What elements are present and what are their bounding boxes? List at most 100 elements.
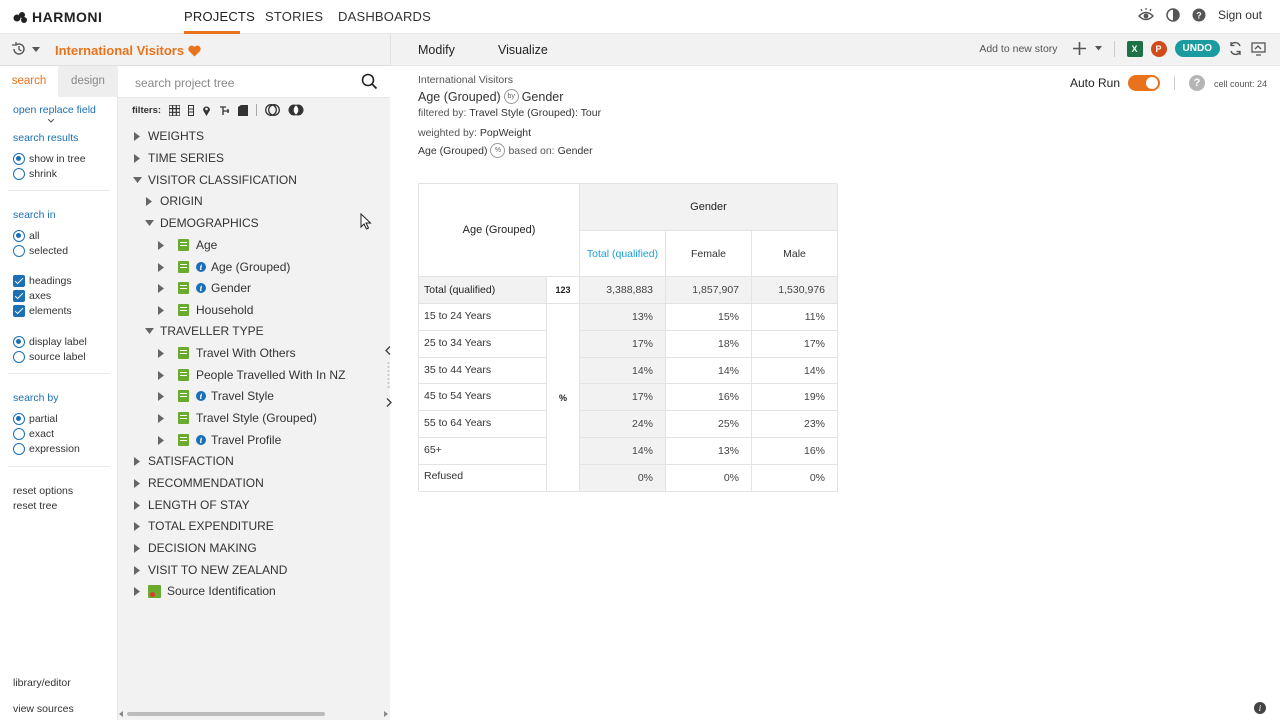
tab-visualize[interactable]: Visualize (498, 43, 548, 57)
toggle-filter-icon[interactable] (265, 104, 280, 116)
tree-item-household[interactable]: Household (156, 303, 253, 317)
contrast-filter-icon[interactable] (288, 104, 304, 116)
reset-tree-link[interactable]: reset tree (13, 500, 57, 512)
tree-item-gender[interactable]: i Gender (156, 281, 251, 295)
view-sources-link[interactable]: view sources (13, 703, 74, 715)
help-icon[interactable]: ? (1189, 75, 1206, 91)
collapse-left-icon[interactable] (385, 346, 391, 355)
contrast-icon[interactable] (1166, 8, 1180, 22)
tree-item-time-series[interactable]: TIME SERIES (132, 151, 224, 165)
option-partial[interactable]: partial (13, 413, 58, 425)
drag-handle-icon[interactable] (387, 362, 390, 390)
caret-right-icon[interactable] (144, 196, 154, 206)
reset-options-link[interactable]: reset options (13, 485, 73, 497)
radio-button[interactable] (13, 413, 25, 425)
checkbox[interactable] (13, 305, 25, 317)
popout-icon[interactable] (1251, 41, 1266, 56)
search-input[interactable]: search project tree (135, 76, 234, 90)
history-dropdown[interactable] (11, 42, 40, 56)
radio-button[interactable] (13, 351, 25, 363)
nav-tab-projects[interactable]: PROJECTS (184, 9, 255, 24)
tree-item-length-of-stay[interactable]: LENGTH OF STAY (132, 498, 250, 512)
tree-item-travel-style-grouped[interactable]: Travel Style (Grouped) (156, 411, 317, 425)
nav-tab-stories[interactable]: STORIES (265, 9, 323, 24)
refresh-icon[interactable] (1228, 41, 1243, 56)
caret-down-icon[interactable] (144, 326, 154, 336)
caret-down-icon[interactable] (144, 218, 154, 228)
plus-icon[interactable] (1072, 41, 1087, 56)
tab-search[interactable]: search (0, 66, 58, 97)
option-expression[interactable]: expression (13, 443, 80, 455)
radio-button[interactable] (13, 245, 25, 257)
tree-item-source-identification[interactable]: Source Identification (132, 584, 276, 598)
info-icon[interactable]: i (196, 391, 206, 401)
tree-item-visit-to-new-zealand[interactable]: VISIT TO NEW ZEALAND (132, 563, 287, 577)
caret-right-icon[interactable] (156, 283, 166, 293)
caret-right-icon[interactable] (132, 565, 142, 575)
open-replace-field-link[interactable]: open replace field (13, 104, 96, 116)
panel-splitter[interactable] (384, 340, 392, 410)
option-display-label[interactable]: display label (13, 336, 87, 348)
file-filter-icon[interactable] (238, 104, 249, 116)
caret-right-icon[interactable] (132, 586, 142, 596)
project-title[interactable]: International Visitors (55, 43, 201, 58)
column-header-female[interactable]: Female (666, 231, 752, 277)
undo-button[interactable]: UNDO (1174, 40, 1220, 57)
info-icon[interactable]: i (1254, 702, 1266, 714)
filter-value[interactable]: Travel Style (Grouped): Tour (469, 107, 601, 119)
caret-right-icon[interactable] (156, 262, 166, 272)
weight-value[interactable]: PopWeight (480, 127, 531, 139)
scroll-left-icon[interactable] (119, 711, 123, 717)
app-logo[interactable]: HARMONI (13, 9, 102, 25)
caret-right-icon[interactable] (156, 435, 166, 445)
caret-right-icon[interactable] (156, 370, 166, 380)
checkbox[interactable] (13, 275, 25, 287)
option-headings[interactable]: headings (13, 275, 72, 287)
caret-right-icon[interactable] (132, 500, 142, 510)
radio-button[interactable] (13, 168, 25, 180)
caret-right-icon[interactable] (156, 348, 166, 358)
auto-run-toggle[interactable] (1128, 75, 1161, 91)
tree-item-total-expenditure[interactable]: TOTAL EXPENDITURE (132, 519, 274, 533)
row-label[interactable]: 35 to 44 Years (419, 358, 547, 384)
info-icon[interactable]: i (196, 283, 206, 293)
tree-item-age-grouped[interactable]: i Age (Grouped) (156, 260, 290, 274)
column-header-total[interactable]: Total (qualified) (580, 231, 666, 277)
caret-right-icon[interactable] (132, 521, 142, 531)
row-label[interactable]: 65+ (419, 438, 547, 465)
horizontal-scrollbar[interactable] (119, 711, 388, 717)
radio-button[interactable] (13, 443, 25, 455)
search-icon[interactable] (361, 73, 378, 90)
heart-icon[interactable] (188, 45, 201, 57)
based-on-value[interactable]: Gender (558, 145, 593, 157)
tab-design[interactable]: design (58, 66, 118, 97)
tree-item-demographics[interactable]: DEMOGRAPHICS (144, 216, 259, 230)
row-header[interactable]: Age (Grouped) (419, 184, 580, 277)
column-variable-name[interactable]: Gender (522, 90, 564, 104)
total-row-label[interactable]: Total (qualified) (419, 277, 547, 304)
radio-button[interactable] (13, 153, 25, 165)
tree-item-decision-making[interactable]: DECISION MAKING (132, 541, 257, 555)
caret-right-icon[interactable] (132, 131, 142, 141)
tree-item-people-travelled-with[interactable]: People Travelled With In NZ (156, 368, 345, 382)
caret-right-icon[interactable] (156, 240, 166, 250)
column-filter-icon[interactable] (188, 104, 195, 116)
option-source-label[interactable]: source label (13, 351, 86, 363)
info-icon[interactable]: i (196, 262, 206, 272)
tree-item-satisfaction[interactable]: SATISFACTION (132, 454, 234, 468)
tree-item-travel-profile[interactable]: i Travel Profile (156, 433, 281, 447)
radio-button[interactable] (13, 428, 25, 440)
tree-search-box[interactable]: search project tree (118, 66, 390, 98)
tree-item-travel-with-others[interactable]: Travel With Others (156, 346, 296, 360)
row-label[interactable]: Refused (419, 465, 547, 492)
scrollbar-thumb[interactable] (127, 712, 325, 716)
row-variable-name[interactable]: Age (Grouped) (418, 90, 501, 104)
row-label[interactable]: 25 to 34 Years (419, 331, 547, 358)
tree-item-visitor-classification[interactable]: VISITOR CLASSIFICATION (132, 173, 297, 187)
radio-button[interactable] (13, 336, 25, 348)
hierarchy-filter-icon[interactable] (219, 105, 230, 116)
tab-modify[interactable]: Modify (418, 43, 455, 57)
option-selected[interactable]: selected (13, 245, 68, 257)
tree-item-recommendation[interactable]: RECOMMENDATION (132, 476, 264, 490)
sign-out-link[interactable]: Sign out (1218, 8, 1262, 22)
